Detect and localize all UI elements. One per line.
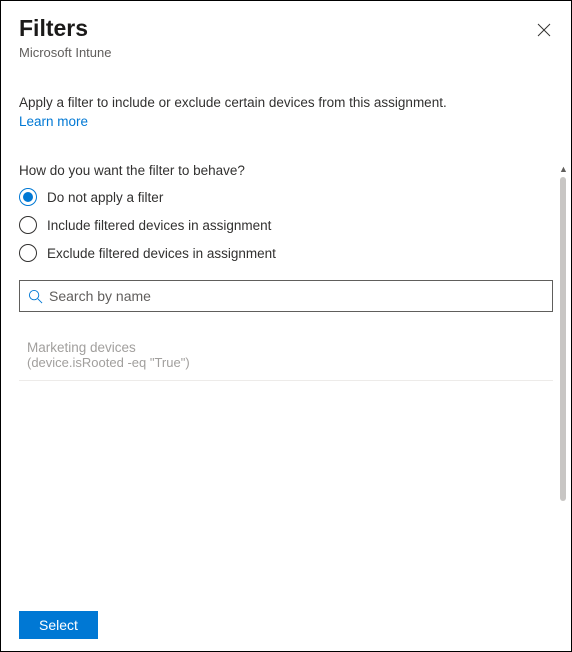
radio-icon <box>19 216 37 234</box>
radio-icon <box>19 188 37 206</box>
radio-do-not-apply[interactable]: Do not apply a filter <box>19 188 553 206</box>
behavior-radio-group: Do not apply a filter Include filtered d… <box>19 188 553 262</box>
intro-text: Apply a filter to include or exclude cer… <box>19 94 553 113</box>
panel-footer: Select <box>1 599 571 651</box>
radio-exclude[interactable]: Exclude filtered devices in assignment <box>19 244 553 262</box>
behavior-question: How do you want the filter to behave? <box>19 163 553 178</box>
radio-include[interactable]: Include filtered devices in assignment <box>19 216 553 234</box>
radio-label: Include filtered devices in assignment <box>47 218 271 233</box>
close-button[interactable] <box>535 21 553 39</box>
close-icon <box>537 23 551 37</box>
scroll-up-icon: ▲ <box>559 165 567 174</box>
radio-icon <box>19 244 37 262</box>
panel-header: Filters Microsoft Intune <box>1 1 571 70</box>
filter-list-item[interactable]: Marketing devices (device.isRooted -eq "… <box>19 336 553 381</box>
search-field[interactable] <box>19 280 553 312</box>
header-text: Filters Microsoft Intune <box>19 15 535 60</box>
panel-subtitle: Microsoft Intune <box>19 45 535 60</box>
search-icon <box>28 289 43 304</box>
filter-expression: (device.isRooted -eq "True") <box>27 355 545 370</box>
scroll-region: How do you want the filter to behave? Do… <box>1 163 571 585</box>
radio-label: Do not apply a filter <box>47 190 163 205</box>
learn-more-link[interactable]: Learn more <box>19 114 88 129</box>
select-button[interactable]: Select <box>19 611 98 639</box>
panel-title: Filters <box>19 15 535 43</box>
scrollbar-thumb[interactable] <box>560 177 566 501</box>
scrollbar[interactable]: ▲ <box>559 165 567 501</box>
filter-name: Marketing devices <box>27 340 545 355</box>
intro-block: Apply a filter to include or exclude cer… <box>1 70 571 132</box>
search-input[interactable] <box>49 288 544 304</box>
radio-label: Exclude filtered devices in assignment <box>47 246 276 261</box>
